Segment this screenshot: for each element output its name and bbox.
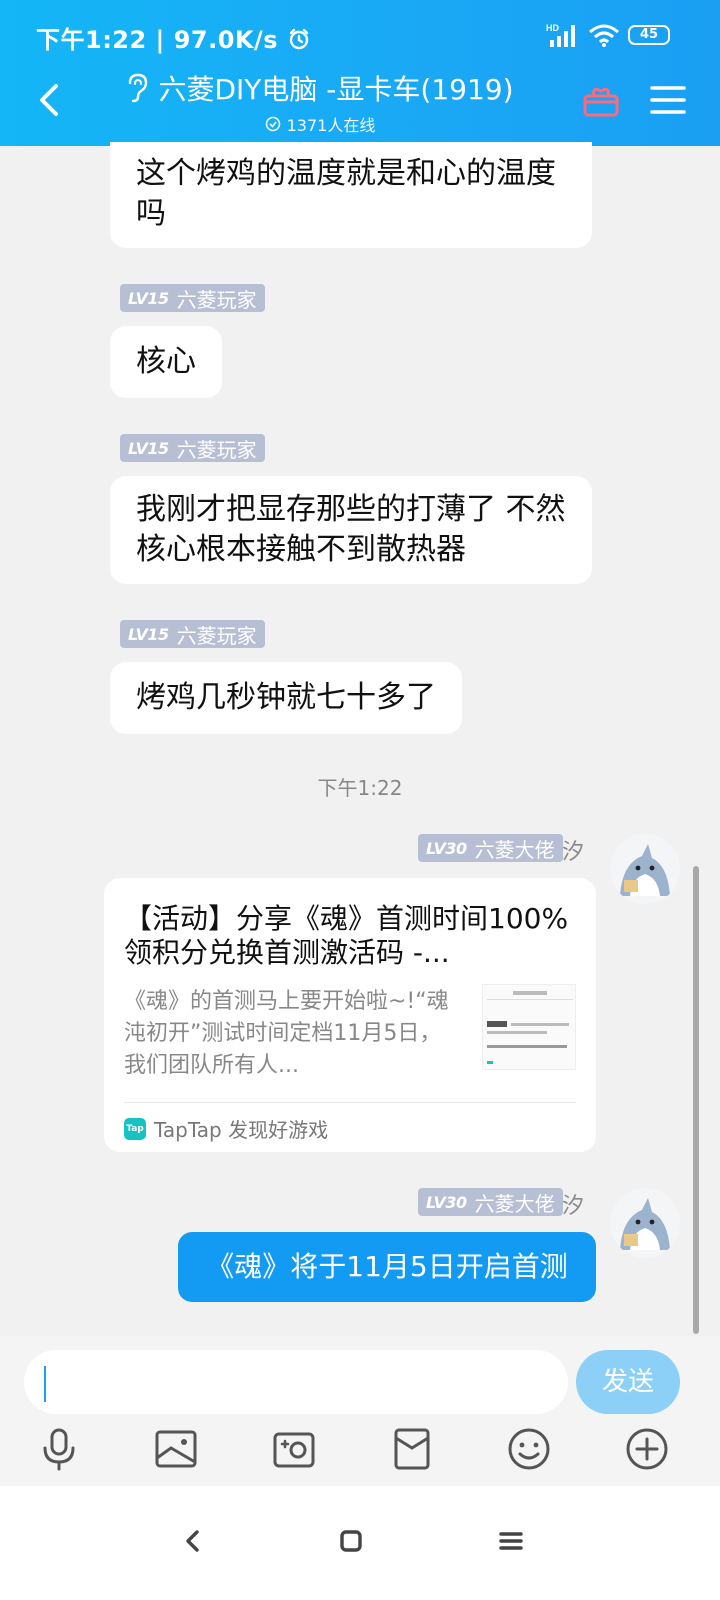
share-title: 【活动】分享《魂》首测时间100%领积分兑换首测激活码 -... — [124, 902, 569, 969]
message-bubble[interactable]: 我刚才把显存那些的打薄了 不然核心根本接触不到散热器 — [110, 476, 592, 584]
signal-icon: HD — [546, 23, 575, 47]
taptap-logo-icon: Tap — [124, 1117, 146, 1140]
user-badge: LV30 六菱大佬 — [418, 834, 563, 862]
level-text: LV30 — [426, 838, 467, 858]
user-badge: LV15 六菱玩家 — [120, 620, 265, 648]
nav-recents-icon[interactable] — [494, 1524, 528, 1558]
menu-icon[interactable] — [650, 84, 686, 116]
message-text: 核心 — [136, 344, 196, 379]
shark-avatar-icon — [610, 834, 680, 904]
emoji-icon[interactable] — [506, 1426, 552, 1472]
user-badge: LV15 六菱玩家 — [120, 284, 265, 312]
share-description: 《魂》的首测马上要开始啦~!“魂沌初开”测试时间定档11月5日，我们团队所有人.… — [124, 989, 449, 1078]
level-text: LV15 — [128, 438, 169, 458]
divider — [124, 1102, 576, 1103]
scrollbar[interactable] — [693, 866, 699, 1334]
my-message-bubble[interactable]: 《魂》将于11月5日开启首测 — [178, 1232, 596, 1302]
message-text: 这个烤鸡的温度就是和心的温度吗 — [136, 156, 556, 231]
network-speed: 97.0K/s — [173, 26, 279, 54]
send-button[interactable]: 发送 — [576, 1350, 680, 1414]
level-text: LV15 — [128, 624, 169, 644]
shared-link-card[interactable]: 【活动】分享《魂》首测时间100%领积分兑换首测激活码 -... 《魂》的首测马… — [104, 878, 596, 1152]
input-area: 发送 — [0, 1336, 720, 1486]
user-badge: LV30 六菱大佬 — [418, 1188, 563, 1216]
status-icons: HD 45 — [546, 22, 670, 48]
shark-avatar-icon — [610, 1188, 680, 1258]
user-badge: LV15 六菱玩家 — [120, 434, 265, 462]
system-nav-bar — [0, 1486, 720, 1600]
online-count-text: 1371人在线 — [286, 116, 376, 135]
back-button[interactable] — [30, 80, 70, 120]
camera-icon[interactable] — [271, 1426, 317, 1472]
image-icon[interactable] — [153, 1426, 199, 1472]
wifi-icon — [589, 24, 619, 47]
message-bubble[interactable]: 这个烤鸡的温度就是和心的温度吗 — [110, 142, 592, 248]
online-count: 1371人在线 — [110, 112, 530, 136]
badge-title: 六菱大佬 — [474, 837, 555, 862]
level-text: LV30 — [426, 1192, 467, 1212]
message-text: 烤鸡几秒钟就七十多了 — [136, 680, 436, 715]
text-caret — [44, 1366, 46, 1402]
battery-icon: 45 — [628, 25, 670, 45]
svg-text:HD: HD — [546, 23, 559, 33]
share-source-text: TapTap 发现好游戏 — [154, 1118, 329, 1142]
nav-home-icon[interactable] — [334, 1524, 368, 1558]
red-packet-icon[interactable] — [389, 1426, 435, 1472]
message-timestamp: 下午1:22 — [317, 776, 403, 800]
sender-name: 汐 — [562, 840, 585, 865]
share-thumbnail — [482, 984, 576, 1070]
nav-back-icon[interactable] — [176, 1524, 210, 1558]
chat-title-area[interactable]: 六菱DIY电脑 -显卡车(1919) 1371人在线 — [110, 68, 530, 136]
status-bar-time: 下午1:22 | 97.0K/s — [36, 20, 311, 55]
chat-title: 六菱DIY电脑 -显卡车(1919) — [158, 73, 514, 106]
message-text: 我刚才把显存那些的打薄了 不然核心根本接触不到散热器 — [136, 492, 566, 567]
share-source: Tap TapTap 发现好游戏 — [124, 1114, 328, 1143]
check-circle-icon — [265, 116, 280, 132]
chat-header: 下午1:22 | 97.0K/s HD 45 六菱DIY电脑 -显卡车(1919… — [0, 0, 720, 146]
message-bubble[interactable]: 核心 — [110, 326, 222, 398]
plus-icon[interactable] — [624, 1426, 670, 1472]
microphone-icon[interactable] — [36, 1426, 82, 1472]
message-bubble[interactable]: 烤鸡几秒钟就七十多了 — [110, 662, 462, 734]
badge-title: 六菱玩家 — [176, 287, 257, 312]
message-input[interactable] — [24, 1350, 568, 1414]
avatar[interactable] — [610, 834, 680, 904]
avatar[interactable] — [610, 1188, 680, 1258]
badge-title: 六菱玩家 — [176, 623, 257, 648]
sender-name: 汐 — [562, 1194, 585, 1219]
ear-icon — [129, 73, 148, 103]
alarm-icon — [289, 28, 309, 50]
level-text: LV15 — [128, 288, 169, 308]
article-thumbnail-image — [487, 991, 573, 1064]
badge-title: 六菱大佬 — [474, 1191, 555, 1216]
clock-text: 下午1:22 — [36, 26, 147, 54]
gift-box-icon[interactable] — [582, 82, 620, 118]
badge-title: 六菱玩家 — [176, 437, 257, 462]
